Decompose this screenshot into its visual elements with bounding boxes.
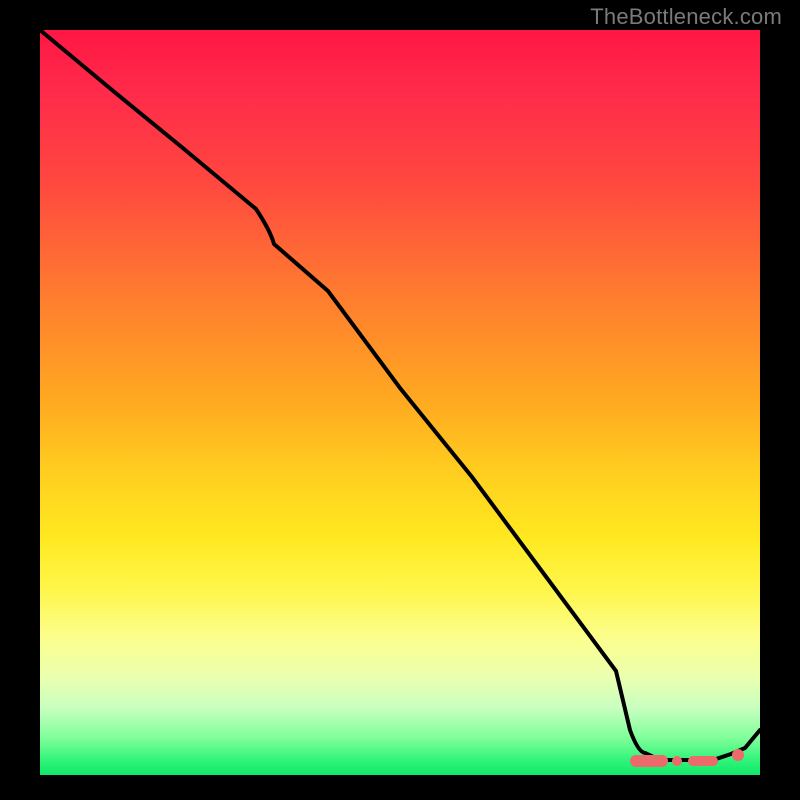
curve-line <box>40 30 760 760</box>
watermark-text: TheBottleneck.com <box>590 4 782 30</box>
trough-dot-1 <box>672 756 682 766</box>
plot-overlay-svg <box>40 30 760 775</box>
chart-stage: TheBottleneck.com <box>0 0 800 800</box>
trough-bar <box>688 756 718 766</box>
trough-dot-2 <box>732 749 744 761</box>
plot-gradient-area <box>40 30 760 775</box>
trough-left-pill <box>630 755 668 767</box>
